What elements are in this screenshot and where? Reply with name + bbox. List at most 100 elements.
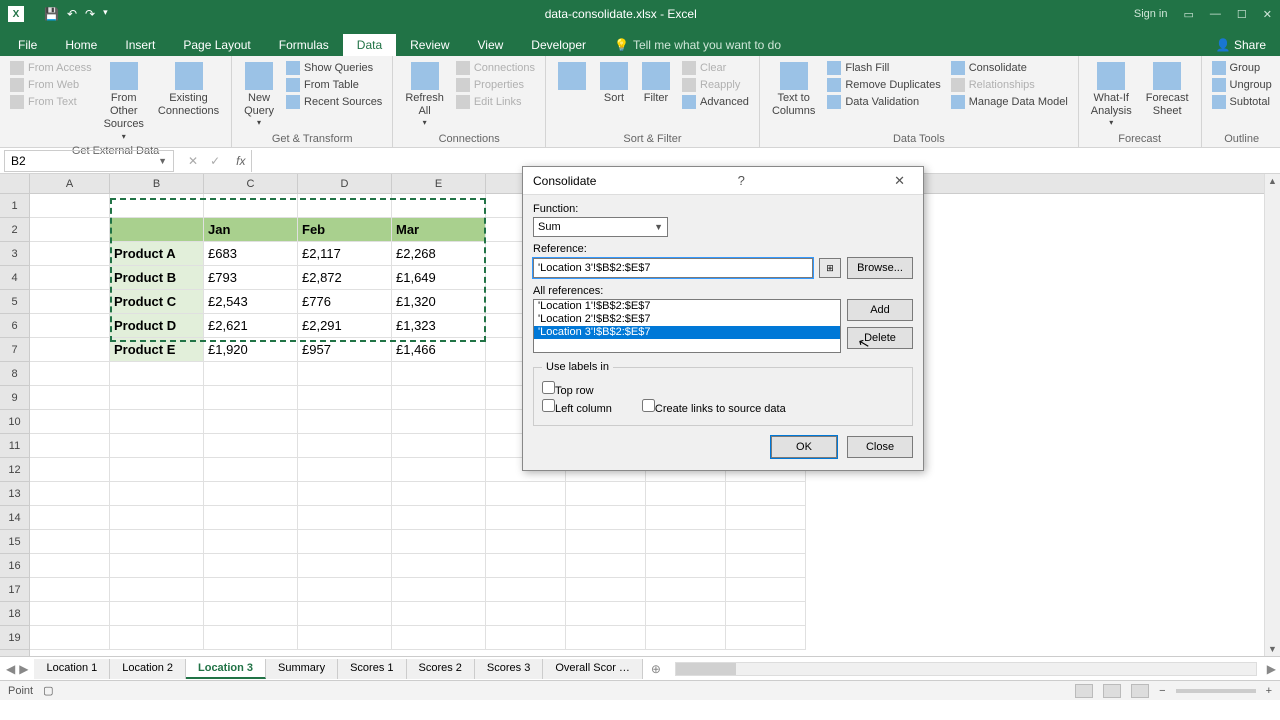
sheet-tab[interactable]: Scores 2: [407, 659, 475, 679]
edit-links-button[interactable]: Edit Links: [452, 94, 539, 110]
reapply-button[interactable]: Reapply: [678, 77, 753, 93]
cell[interactable]: Jan: [204, 218, 298, 242]
recent-sources-button[interactable]: Recent Sources: [282, 94, 386, 110]
cell[interactable]: [566, 602, 646, 626]
cell[interactable]: [30, 266, 110, 290]
cell[interactable]: Product D: [110, 314, 204, 338]
cell[interactable]: [110, 458, 204, 482]
manage-model-button[interactable]: Manage Data Model: [947, 94, 1072, 110]
cell[interactable]: [204, 194, 298, 218]
cell[interactable]: [486, 506, 566, 530]
cell[interactable]: [30, 218, 110, 242]
ok-button[interactable]: OK: [771, 436, 837, 458]
refresh-all-button[interactable]: Refresh All▾: [399, 60, 450, 130]
dialog-help-icon[interactable]: ?: [730, 173, 753, 188]
sheet-tab[interactable]: Location 2: [110, 659, 186, 679]
cell[interactable]: [298, 194, 392, 218]
sheet-tab[interactable]: Scores 3: [475, 659, 543, 679]
row-header[interactable]: 9: [0, 386, 29, 410]
row-header[interactable]: 6: [0, 314, 29, 338]
remove-duplicates-button[interactable]: Remove Duplicates: [823, 77, 944, 93]
cell[interactable]: [110, 626, 204, 650]
cell[interactable]: £2,291: [298, 314, 392, 338]
cell[interactable]: [298, 482, 392, 506]
from-access-button[interactable]: From Access: [6, 60, 96, 76]
cell[interactable]: Product B: [110, 266, 204, 290]
cell[interactable]: [486, 626, 566, 650]
cell[interactable]: [204, 578, 298, 602]
select-all-corner[interactable]: [0, 174, 29, 194]
data-validation-button[interactable]: Data Validation: [823, 94, 944, 110]
cell[interactable]: Product C: [110, 290, 204, 314]
from-table-button[interactable]: From Table: [282, 77, 386, 93]
row-header[interactable]: 15: [0, 530, 29, 554]
cell[interactable]: [110, 410, 204, 434]
cell[interactable]: [392, 626, 486, 650]
cell[interactable]: [726, 602, 806, 626]
cell[interactable]: [392, 554, 486, 578]
cell[interactable]: [30, 386, 110, 410]
ungroup-button[interactable]: Ungroup: [1208, 77, 1276, 93]
from-web-button[interactable]: From Web: [6, 77, 96, 93]
tab-insert[interactable]: Insert: [111, 34, 169, 56]
cell[interactable]: £1,920: [204, 338, 298, 362]
sheet-nav-prev-icon[interactable]: ◀: [6, 662, 15, 676]
row-header[interactable]: 7: [0, 338, 29, 362]
cell[interactable]: [392, 578, 486, 602]
close-button[interactable]: Close: [847, 436, 913, 458]
cell[interactable]: £2,268: [392, 242, 486, 266]
tab-formulas[interactable]: Formulas: [265, 34, 343, 56]
ref-list-item[interactable]: 'Location 1'!$B$2:$E$7: [534, 300, 840, 313]
cell[interactable]: [30, 290, 110, 314]
page-break-view-button[interactable]: [1131, 684, 1149, 698]
cell[interactable]: [566, 506, 646, 530]
cell[interactable]: [646, 530, 726, 554]
sheet-tab[interactable]: Overall Scor …: [543, 659, 643, 679]
cell[interactable]: [646, 554, 726, 578]
whatif-button[interactable]: What-If Analysis▾: [1085, 60, 1138, 130]
cell[interactable]: £776: [298, 290, 392, 314]
cell[interactable]: [566, 482, 646, 506]
cell[interactable]: [204, 602, 298, 626]
cell[interactable]: [204, 410, 298, 434]
cell[interactable]: [204, 626, 298, 650]
row-header[interactable]: 18: [0, 602, 29, 626]
cell[interactable]: [726, 530, 806, 554]
forecast-sheet-button[interactable]: Forecast Sheet: [1140, 60, 1195, 120]
tab-view[interactable]: View: [464, 34, 518, 56]
col-header[interactable]: D: [298, 174, 392, 193]
row-header[interactable]: 19: [0, 626, 29, 650]
cell[interactable]: [30, 626, 110, 650]
cell[interactable]: £957: [298, 338, 392, 362]
cell[interactable]: [204, 554, 298, 578]
horizontal-scrollbar[interactable]: [675, 662, 1257, 676]
connections-button[interactable]: Connections: [452, 60, 539, 76]
cell[interactable]: [726, 506, 806, 530]
cell[interactable]: [298, 458, 392, 482]
cell[interactable]: Product A: [110, 242, 204, 266]
cell[interactable]: [30, 602, 110, 626]
tell-me[interactable]: 💡Tell me what you want to do: [600, 34, 795, 56]
cell[interactable]: [110, 602, 204, 626]
tab-review[interactable]: Review: [396, 34, 463, 56]
cell[interactable]: £2,872: [298, 266, 392, 290]
cell[interactable]: [30, 242, 110, 266]
cell[interactable]: [298, 386, 392, 410]
show-queries-button[interactable]: Show Queries: [282, 60, 386, 76]
cell[interactable]: [298, 362, 392, 386]
ref-list-item[interactable]: 'Location 3'!$B$2:$E$7: [534, 326, 840, 339]
cell[interactable]: [204, 506, 298, 530]
cell[interactable]: [204, 482, 298, 506]
cell[interactable]: [110, 362, 204, 386]
clear-button[interactable]: Clear: [678, 60, 753, 76]
cell[interactable]: [30, 410, 110, 434]
existing-connections-button[interactable]: Existing Connections: [152, 60, 225, 120]
cell[interactable]: [204, 386, 298, 410]
cell[interactable]: [566, 530, 646, 554]
row-header[interactable]: 16: [0, 554, 29, 578]
cell[interactable]: [110, 482, 204, 506]
add-button[interactable]: Add: [847, 299, 913, 321]
cell[interactable]: [298, 626, 392, 650]
save-icon[interactable]: 💾: [44, 7, 59, 21]
cell[interactable]: [30, 458, 110, 482]
